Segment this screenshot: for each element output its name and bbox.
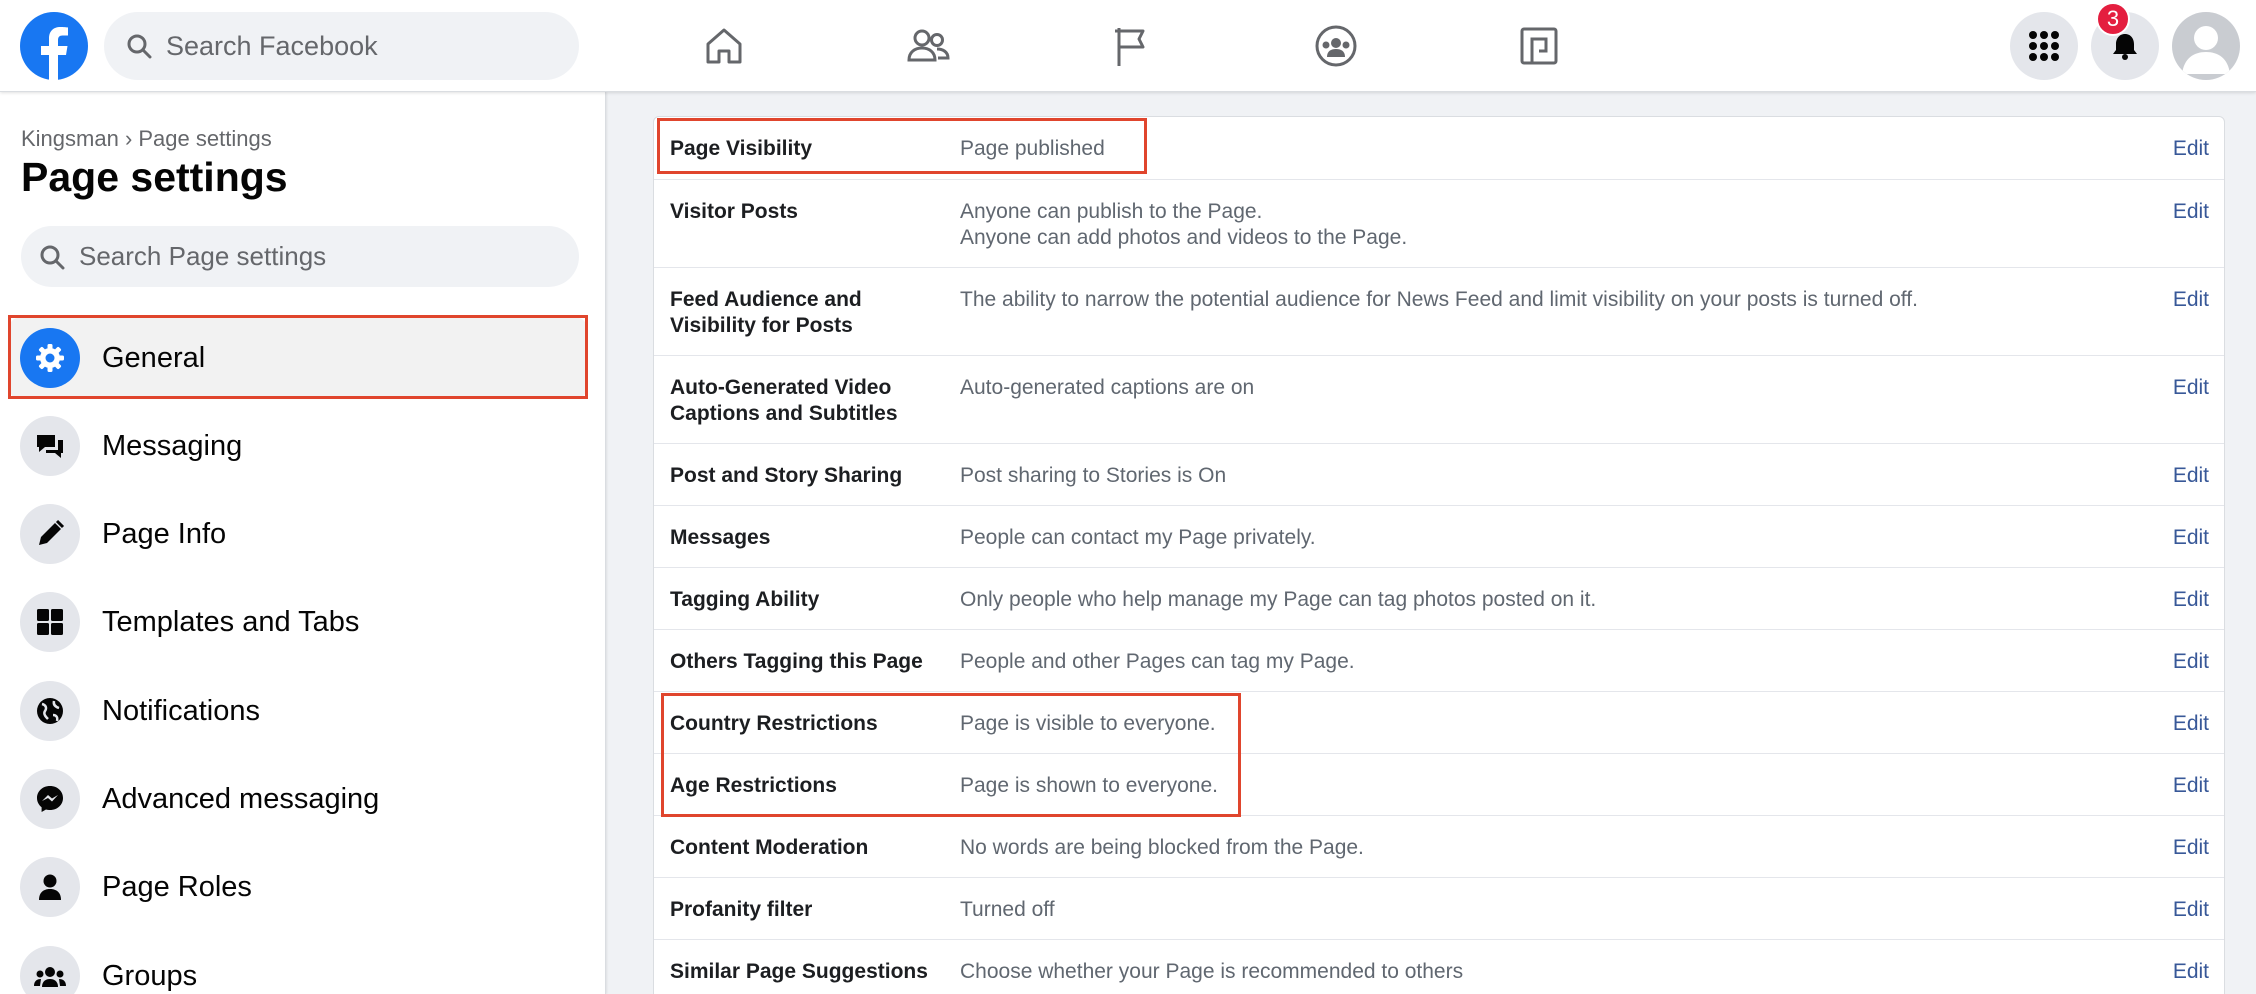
setting-value: Turned off: [960, 898, 1055, 921]
gear-icon: [20, 328, 80, 388]
setting-value: Page published: [960, 137, 1105, 160]
sidebar-item-page-roles[interactable]: Page Roles: [10, 847, 586, 927]
pages-flag-icon[interactable]: [1105, 18, 1161, 74]
grid-icon: [20, 592, 80, 652]
edit-link[interactable]: Edit: [2173, 835, 2209, 861]
search-icon: [40, 245, 65, 269]
group-icon: [20, 946, 80, 994]
sidebar-item-label: Groups: [102, 959, 198, 992]
chat-bubbles-icon: [20, 416, 80, 476]
setting-label: Age Restrictions: [670, 774, 837, 797]
pencil-icon: [20, 504, 80, 564]
edit-link[interactable]: Edit: [2173, 199, 2209, 225]
setting-value-line: Anyone can publish to the Page.: [960, 200, 1263, 223]
settings-row-story-sharing[interactable]: Post and Story Sharing Post sharing to S…: [654, 444, 2224, 506]
person-icon: [20, 857, 80, 917]
edit-link[interactable]: Edit: [2173, 136, 2209, 162]
setting-value: People can contact my Page privately.: [960, 526, 1316, 549]
search-placeholder: Search Page settings: [79, 241, 327, 271]
avatar[interactable]: [2172, 12, 2240, 80]
friends-icon[interactable]: [900, 18, 956, 74]
menu-grid-icon[interactable]: [2010, 12, 2078, 80]
facebook-logo-icon[interactable]: [20, 12, 88, 80]
page-title: Page settings: [21, 154, 288, 200]
edit-link[interactable]: Edit: [2173, 897, 2209, 923]
search-placeholder: Search Facebook: [166, 30, 378, 61]
setting-label: Feed Audience and Visibility for Posts: [670, 288, 862, 337]
setting-value: No words are being blocked from the Page…: [960, 836, 1364, 859]
setting-value: Choose whether your Page is recommended …: [960, 960, 1464, 983]
grid-dots-icon: [2029, 31, 2059, 61]
settings-row-content-moderation[interactable]: Content Moderation No words are being bl…: [654, 816, 2224, 878]
settings-row-messages[interactable]: Messages People can contact my Page priv…: [654, 506, 2224, 568]
sidebar-item-label: Templates and Tabs: [102, 605, 360, 638]
gaming-icon[interactable]: [1511, 18, 1567, 74]
sidebar-item-groups[interactable]: Groups: [10, 936, 586, 994]
setting-label: Visitor Posts: [670, 200, 798, 223]
setting-value: Page is visible to everyone.: [960, 712, 1216, 735]
general-settings-panel: Page Visibility Page published Edit Visi…: [653, 116, 2225, 994]
sidebar-item-label: Page Roles: [102, 870, 252, 903]
facebook-search-input[interactable]: Search Facebook: [104, 12, 579, 80]
edit-link[interactable]: Edit: [2173, 587, 2209, 613]
home-icon[interactable]: [696, 18, 752, 74]
edit-link[interactable]: Edit: [2173, 649, 2209, 675]
edit-link[interactable]: Edit: [2173, 287, 2209, 313]
setting-label: Others Tagging this Page: [670, 650, 923, 673]
edit-link[interactable]: Edit: [2173, 711, 2209, 737]
sidebar-item-messaging[interactable]: Messaging: [10, 406, 586, 486]
setting-value: Only people who help manage my Page can …: [960, 588, 1597, 611]
settings-row-feed-audience[interactable]: Feed Audience and Visibility for Posts T…: [654, 268, 2224, 356]
settings-row-visitor-posts[interactable]: Visitor Posts Anyone can publish to the …: [654, 180, 2224, 268]
settings-row-auto-captions[interactable]: Auto-Generated Video Captions and Subtit…: [654, 356, 2224, 444]
messenger-icon: [20, 769, 80, 829]
top-navigation-bar: Search Facebook 3: [0, 0, 2256, 92]
setting-value-line: Anyone can add photos and videos to the …: [960, 226, 1408, 249]
settings-row-tagging-ability[interactable]: Tagging Ability Only people who help man…: [654, 568, 2224, 630]
setting-label: Similar Page Suggestions: [670, 960, 928, 983]
settings-sidebar: Kingsman › Page settings Page settings S…: [0, 92, 606, 994]
search-icon: [127, 34, 152, 59]
edit-link[interactable]: Edit: [2173, 463, 2209, 489]
setting-value: Anyone can publish to the Page. Anyone c…: [960, 199, 2110, 251]
setting-value: Auto-generated captions are on: [960, 376, 1255, 399]
setting-value: Post sharing to Stories is On: [960, 464, 1227, 487]
settings-row-page-visibility[interactable]: Page Visibility Page published Edit: [654, 117, 2224, 180]
sidebar-item-label: Page Info: [102, 517, 227, 550]
sidebar-item-label: Advanced messaging: [102, 782, 380, 815]
settings-row-profanity-filter[interactable]: Profanity filter Turned off Edit: [654, 878, 2224, 940]
setting-value: The ability to narrow the potential audi…: [960, 288, 1918, 311]
edit-link[interactable]: Edit: [2173, 773, 2209, 799]
setting-value: People and other Pages can tag my Page.: [960, 650, 1355, 673]
sidebar-item-label: Notifications: [102, 694, 260, 727]
setting-label: Messages: [670, 526, 771, 549]
page-settings-search-input[interactable]: Search Page settings: [21, 226, 579, 287]
sidebar-item-page-info[interactable]: Page Info: [10, 494, 586, 574]
sidebar-item-general[interactable]: General: [10, 318, 586, 398]
settings-row-others-tagging[interactable]: Others Tagging this Page People and othe…: [654, 630, 2224, 692]
sidebar-item-advanced-messaging[interactable]: Advanced messaging: [10, 759, 586, 839]
setting-label: Post and Story Sharing: [670, 464, 903, 487]
setting-label: Country Restrictions: [670, 712, 878, 735]
sidebar-item-label: General: [102, 341, 206, 374]
notification-count-badge: 3: [2096, 2, 2130, 36]
globe-icon: [20, 681, 80, 741]
settings-row-country-restrictions[interactable]: Country Restrictions Page is visible to …: [654, 692, 2224, 754]
setting-label: Profanity filter: [670, 898, 813, 921]
setting-value: Page is shown to everyone.: [960, 774, 1218, 797]
setting-label: Content Moderation: [670, 836, 869, 859]
edit-link[interactable]: Edit: [2173, 959, 2209, 985]
setting-label: Auto-Generated Video Captions and Subtit…: [670, 376, 898, 425]
sidebar-item-templates-and-tabs[interactable]: Templates and Tabs: [10, 582, 586, 662]
groups-icon[interactable]: [1308, 18, 1364, 74]
setting-label: Tagging Ability: [670, 588, 820, 611]
sidebar-item-label: Messaging: [102, 429, 243, 462]
setting-label: Page Visibility: [670, 137, 813, 160]
edit-link[interactable]: Edit: [2173, 375, 2209, 401]
settings-row-age-restrictions[interactable]: Age Restrictions Page is shown to everyo…: [654, 754, 2224, 816]
settings-row-similar-page-suggestions[interactable]: Similar Page Suggestions Choose whether …: [654, 940, 2224, 994]
edit-link[interactable]: Edit: [2173, 525, 2209, 551]
sidebar-item-notifications[interactable]: Notifications: [10, 671, 586, 751]
breadcrumb[interactable]: Kingsman › Page settings: [21, 126, 272, 152]
